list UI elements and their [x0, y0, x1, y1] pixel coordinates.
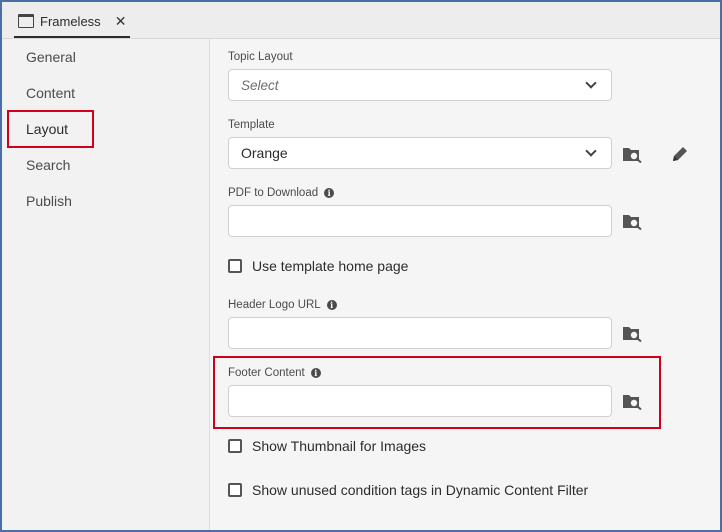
- template-label: Template: [228, 119, 275, 131]
- template-label-text: Template: [228, 119, 275, 131]
- pdf-to-download-label: PDF to Download i: [228, 187, 335, 199]
- use-template-home-label: Use template home page: [252, 258, 409, 274]
- layout-panel: Topic Layout Select Template Orange PDF …: [210, 39, 720, 530]
- use-template-home-checkbox-row[interactable]: Use template home page: [228, 258, 408, 274]
- topic-layout-select[interactable]: Select: [228, 69, 612, 101]
- sidebar-item-layout[interactable]: Layout: [26, 121, 68, 137]
- show-unused-tags-checkbox-row[interactable]: Show unused condition tags in Dynamic Co…: [228, 482, 588, 498]
- footer-content-label-text: Footer Content: [228, 367, 305, 379]
- show-thumbnail-checkbox-row[interactable]: Show Thumbnail for Images: [228, 438, 426, 454]
- info-icon[interactable]: i: [310, 368, 321, 378]
- show-unused-tags-checkbox[interactable]: [228, 483, 242, 497]
- window-icon: [18, 14, 34, 28]
- tab-label: Frameless: [40, 13, 101, 29]
- info-icon[interactable]: i: [326, 300, 337, 310]
- sidebar-item-content[interactable]: Content: [26, 85, 75, 101]
- sidebar-item-publish[interactable]: Publish: [26, 193, 72, 209]
- header-logo-url-label: Header Logo URL i: [228, 299, 337, 311]
- topic-layout-label-text: Topic Layout: [228, 51, 293, 63]
- show-thumbnail-checkbox[interactable]: [228, 439, 242, 453]
- sidebar-item-search[interactable]: Search: [26, 157, 70, 173]
- header-logo-url-input[interactable]: [228, 317, 612, 349]
- chevron-down-icon: [585, 145, 597, 157]
- tab-frameless[interactable]: Frameless ✕: [14, 6, 130, 38]
- footer-content-label: Footer Content i: [228, 367, 321, 379]
- show-thumbnail-label: Show Thumbnail for Images: [252, 438, 427, 454]
- tab-bar: Frameless ✕: [2, 2, 720, 39]
- pdf-to-download-input[interactable]: [228, 205, 612, 237]
- folder-search-icon[interactable]: [622, 392, 642, 410]
- topic-layout-placeholder: Select: [241, 77, 279, 93]
- pencil-icon[interactable]: [671, 145, 689, 163]
- info-icon[interactable]: i: [324, 188, 335, 198]
- show-unused-tags-label: Show unused condition tags in Dynamic Co…: [252, 482, 589, 498]
- pdf-to-download-label-text: PDF to Download: [228, 187, 319, 199]
- template-select[interactable]: Orange: [228, 137, 612, 169]
- sidebar: General Content Layout Search Publish: [2, 39, 210, 530]
- close-icon[interactable]: ✕: [115, 13, 127, 30]
- sidebar-item-general[interactable]: General: [26, 49, 76, 65]
- topic-layout-label: Topic Layout: [228, 51, 293, 63]
- chevron-down-icon: [585, 77, 597, 89]
- footer-content-input[interactable]: [228, 385, 612, 417]
- folder-search-icon[interactable]: [622, 324, 642, 342]
- window-frame: Frameless ✕ General Content Layout Searc…: [0, 0, 722, 532]
- header-logo-url-label-text: Header Logo URL: [228, 299, 321, 311]
- folder-search-icon[interactable]: [622, 145, 642, 163]
- use-template-home-checkbox[interactable]: [228, 259, 242, 273]
- template-value: Orange: [241, 145, 288, 161]
- folder-search-icon[interactable]: [622, 212, 642, 230]
